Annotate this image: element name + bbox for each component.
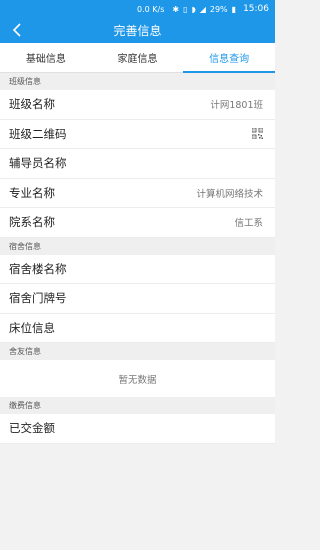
signal-icon: ◢ xyxy=(199,4,206,14)
row-paid-amount: 已交金额 xyxy=(0,414,275,444)
class-qr-label: 班级二维码 xyxy=(9,126,67,141)
class-name-value: 计网1801班 xyxy=(210,100,263,112)
battery-icon: ▮ xyxy=(231,4,237,14)
row-dorm-building: 宿舍楼名称 xyxy=(0,254,275,284)
row-bed: 床位信息 xyxy=(0,313,275,343)
roommates-empty-state: 暂无数据 xyxy=(0,360,275,397)
chevron-left-icon xyxy=(12,23,21,37)
vibrate-icon: ▯ xyxy=(183,4,188,14)
row-dorm-room: 宿舍门牌号 xyxy=(0,284,275,314)
tab-basic-info[interactable]: 基础信息 xyxy=(0,43,92,72)
battery-percent: 29% xyxy=(209,4,228,14)
qr-code-icon[interactable] xyxy=(252,128,263,140)
paid-amount-label: 已交金额 xyxy=(9,421,55,436)
section-header-roommates: 舍友信息 xyxy=(0,343,275,360)
row-class-qr[interactable]: 班级二维码 xyxy=(0,119,275,149)
app-bar: 完善信息 xyxy=(0,18,275,43)
section-header-dorm: 宿舍信息 xyxy=(0,237,275,255)
network-speed: 0.0 K/s xyxy=(137,4,165,14)
dorm-building-label: 宿舍楼名称 xyxy=(9,261,67,276)
row-department: 院系名称 信工系 xyxy=(0,208,275,238)
counselor-label: 辅导员名称 xyxy=(9,156,67,171)
page-title: 完善信息 xyxy=(113,24,162,38)
tab-bar: 基础信息 家庭信息 信息查询 xyxy=(0,43,275,73)
clock: 15:06 xyxy=(243,4,269,14)
department-label: 院系名称 xyxy=(9,215,55,230)
dorm-room-label: 宿舍门牌号 xyxy=(9,291,67,306)
back-button[interactable] xyxy=(8,21,26,39)
section-header-class: 班级信息 xyxy=(0,73,275,90)
class-name-label: 班级名称 xyxy=(9,97,55,112)
department-value: 信工系 xyxy=(234,218,263,230)
major-value: 计算机网络技术 xyxy=(196,188,263,200)
row-class-name: 班级名称 计网1801班 xyxy=(0,90,275,120)
bluetooth-icon: ✱ xyxy=(172,4,180,14)
bed-label: 床位信息 xyxy=(9,320,55,335)
tab-family-info[interactable]: 家庭信息 xyxy=(92,43,184,72)
section-header-payment: 缴费信息 xyxy=(0,397,275,414)
major-label: 专业名称 xyxy=(9,185,55,200)
tab-info-query[interactable]: 信息查询 xyxy=(183,43,275,73)
row-major: 专业名称 计算机网络技术 xyxy=(0,178,275,208)
status-bar: 0.0 K/s ✱ ▯ ◗ ◢ 29% ▮ 15:06 xyxy=(0,0,275,18)
row-counselor: 辅导员名称 xyxy=(0,149,275,179)
wifi-icon: ◗ xyxy=(191,4,196,14)
